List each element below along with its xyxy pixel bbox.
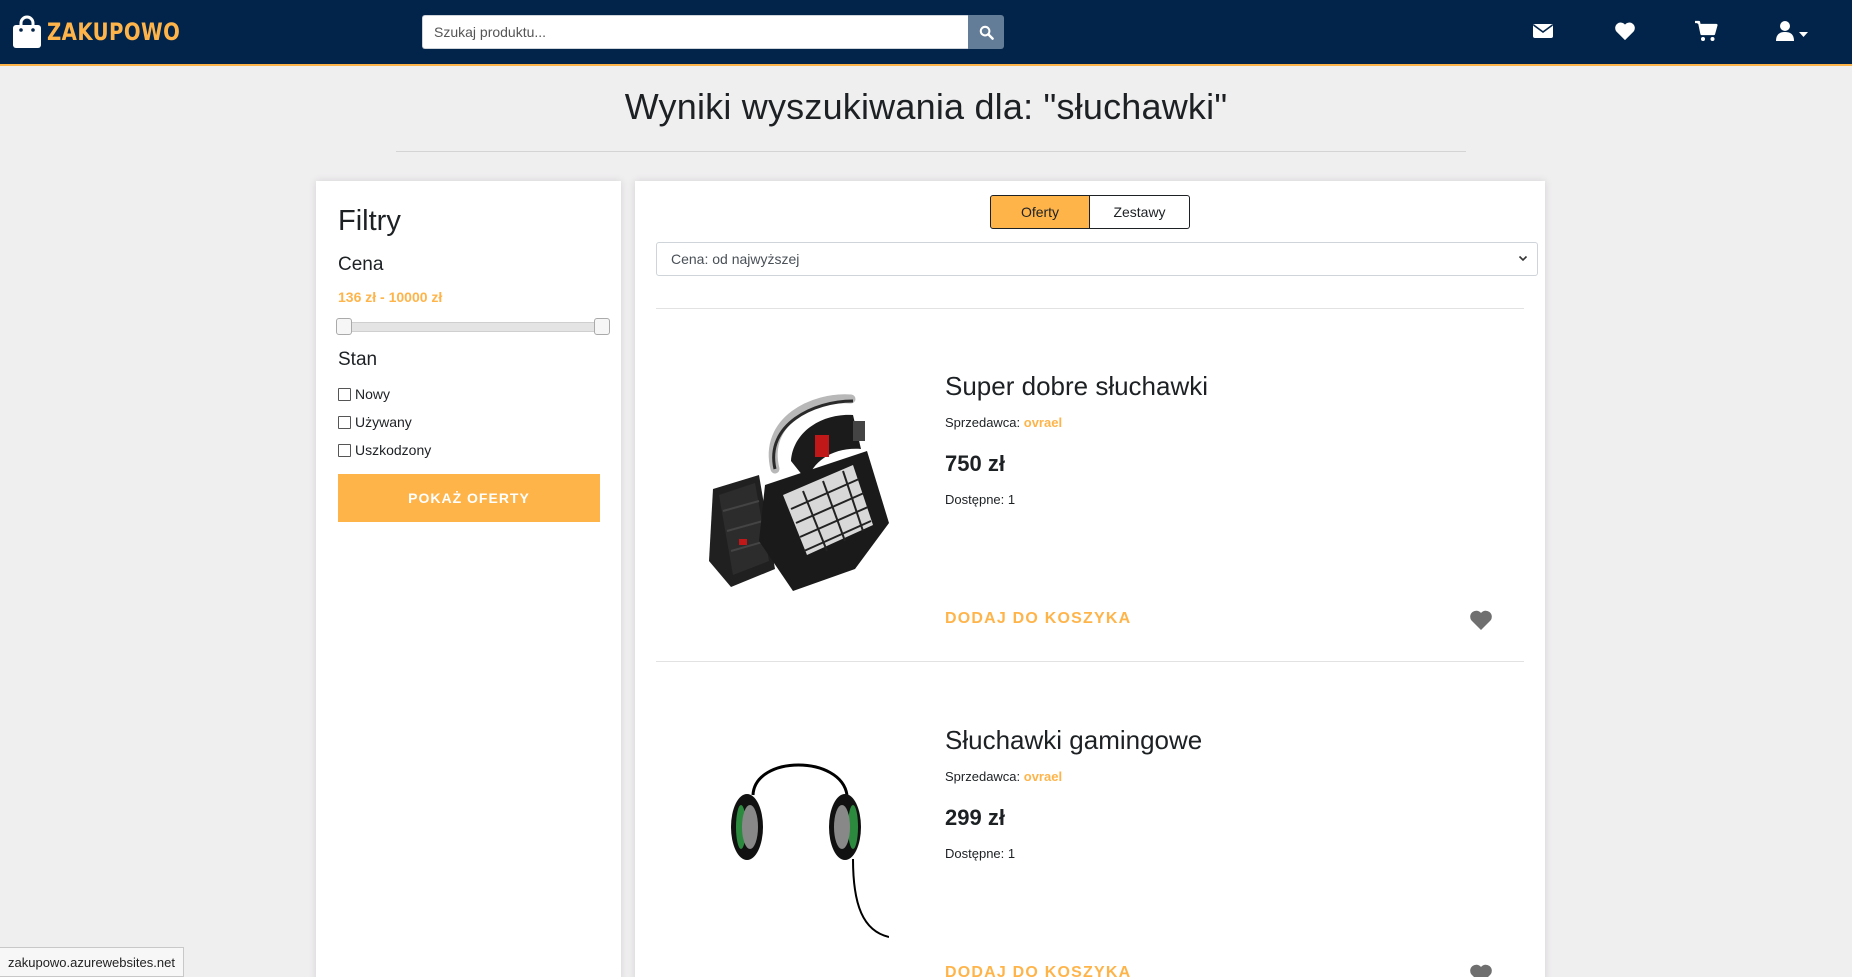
checkbox-label: Używany (355, 414, 412, 430)
filters-heading: Filtry (338, 205, 401, 237)
wishlist-button[interactable] (1614, 18, 1636, 44)
divider (656, 661, 1524, 662)
chevron-down-icon (1518, 255, 1528, 262)
filters-panel: Filtry Cena 136 zł - 10000 zł Stan Nowy … (316, 181, 621, 977)
search-button[interactable] (968, 15, 1004, 49)
page-title: Wyniki wyszukiwania dla: "słuchawki" (624, 86, 1228, 127)
product-price: 299 zł (945, 805, 1005, 830)
search-bar (422, 15, 1004, 49)
divider (656, 308, 1524, 309)
add-to-cart-button[interactable]: DODAJ DO KOSZYKA (945, 610, 1131, 628)
checkbox-label: Uszkodzony (355, 442, 432, 458)
status-bar-url: zakupowo.azurewebsites.net (0, 947, 184, 977)
condition-new-checkbox[interactable]: Nowy (338, 386, 390, 402)
price-slider-min-handle[interactable] (336, 318, 352, 335)
seller-name[interactable]: ovrael (1024, 769, 1062, 784)
checkbox[interactable] (338, 443, 351, 457)
tab-sets[interactable]: Zestawy (1090, 195, 1190, 229)
search-icon (979, 25, 994, 40)
product-title[interactable]: Super dobre słuchawki (945, 371, 1208, 402)
cart-icon (1695, 20, 1718, 41)
caret-down-icon (1799, 32, 1808, 37)
shopping-bag-icon (13, 15, 41, 48)
product-title[interactable]: Słuchawki gamingowe (945, 725, 1202, 756)
seller-prefix: Sprzedawca: (945, 415, 1024, 430)
results-panel: Oferty Zestawy Cena: od najwyższej Super… (635, 181, 1545, 977)
product-price: 750 zł (945, 451, 1005, 476)
heart-icon[interactable] (1469, 963, 1493, 977)
price-slider-max-handle[interactable] (594, 318, 610, 335)
search-input[interactable] (422, 15, 968, 49)
price-slider[interactable] (336, 318, 610, 335)
product-image[interactable] (703, 391, 889, 591)
checkbox[interactable] (338, 415, 351, 429)
seller-prefix: Sprzedawca: (945, 769, 1024, 784)
user-icon (1776, 21, 1794, 41)
user-menu-button[interactable] (1775, 18, 1809, 44)
cart-button[interactable] (1694, 18, 1718, 44)
product-availability: Dostępne: 1 (945, 846, 1016, 861)
checkbox-label: Nowy (355, 386, 391, 402)
show-offers-button[interactable]: POKAŻ OFERTY (338, 474, 600, 522)
divider (396, 151, 1466, 152)
envelope-icon (1533, 24, 1553, 38)
add-to-cart-button[interactable]: DODAJ DO KOSZYKA (945, 964, 1131, 977)
product-card: Super dobre słuchawki Sprzedawca: ovrael… (635, 311, 1545, 651)
price-heading: Cena (338, 254, 384, 275)
heart-icon (1615, 22, 1635, 41)
messages-button[interactable] (1532, 18, 1554, 44)
product-card: Słuchawki gamingowe Sprzedawca: ovrael 2… (635, 665, 1545, 977)
sort-selected-value: Cena: od najwyższej (671, 251, 800, 267)
product-seller: Sprzedawca: ovrael (945, 415, 1062, 430)
sort-select[interactable]: Cena: od najwyższej (656, 242, 1538, 276)
condition-damaged-checkbox[interactable]: Uszkodzony (338, 442, 431, 458)
tab-offers[interactable]: Oferty (990, 195, 1090, 229)
product-image[interactable] (703, 745, 889, 945)
product-seller: Sprzedawca: ovrael (945, 769, 1062, 784)
results-tabs: Oferty Zestawy (990, 195, 1190, 229)
price-range-label: 136 zł - 10000 zł (338, 289, 443, 305)
brand-logo[interactable]: ZAKUPOWO (12, 12, 210, 52)
navbar: ZAKUPOWO (0, 0, 1852, 66)
condition-used-checkbox[interactable]: Używany (338, 414, 412, 430)
product-availability: Dostępne: 1 (945, 492, 1016, 507)
brand-name: ZAKUPOWO (47, 18, 181, 46)
checkbox[interactable] (338, 387, 351, 401)
condition-heading: Stan (338, 349, 378, 370)
heart-icon[interactable] (1469, 609, 1493, 631)
seller-name[interactable]: ovrael (1024, 415, 1062, 430)
